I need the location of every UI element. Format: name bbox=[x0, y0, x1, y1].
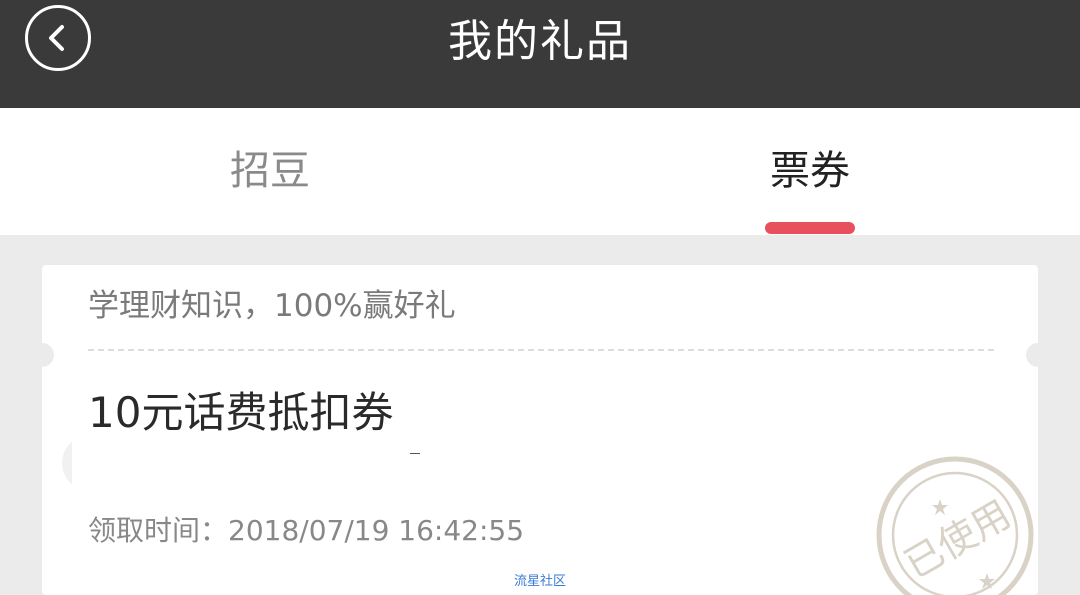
tab-coupons[interactable]: 票券 bbox=[700, 141, 920, 201]
claim-time: 领取时间：2018/07/19 16:42:55 bbox=[88, 514, 525, 547]
coupon-card[interactable]: 学理财知识，100%赢好礼 10元话费抵扣券 领取时间：2018/07/19 1… bbox=[42, 265, 1038, 595]
small-dash-mark bbox=[410, 453, 420, 454]
top-bar: 我的礼品 bbox=[0, 0, 1080, 108]
page-title: 我的礼品 bbox=[448, 16, 632, 67]
tab-zhaodou[interactable]: 招豆 bbox=[160, 141, 380, 201]
active-tab-indicator bbox=[765, 222, 855, 234]
card-notch-right bbox=[1026, 343, 1038, 367]
dashed-divider bbox=[88, 349, 994, 351]
card-notch-left bbox=[42, 343, 54, 367]
used-stamp-icon: 已使用 bbox=[876, 456, 1034, 595]
watermark-text: 流星社区 bbox=[514, 574, 567, 589]
coupon-subtitle: 学理财知识，100%赢好礼 bbox=[88, 288, 456, 324]
stamp-text: 已使用 bbox=[897, 492, 1018, 587]
tab-bar: 招豆 票券 bbox=[0, 108, 1080, 235]
coupon-title: 10元话费抵扣券 bbox=[88, 388, 394, 437]
